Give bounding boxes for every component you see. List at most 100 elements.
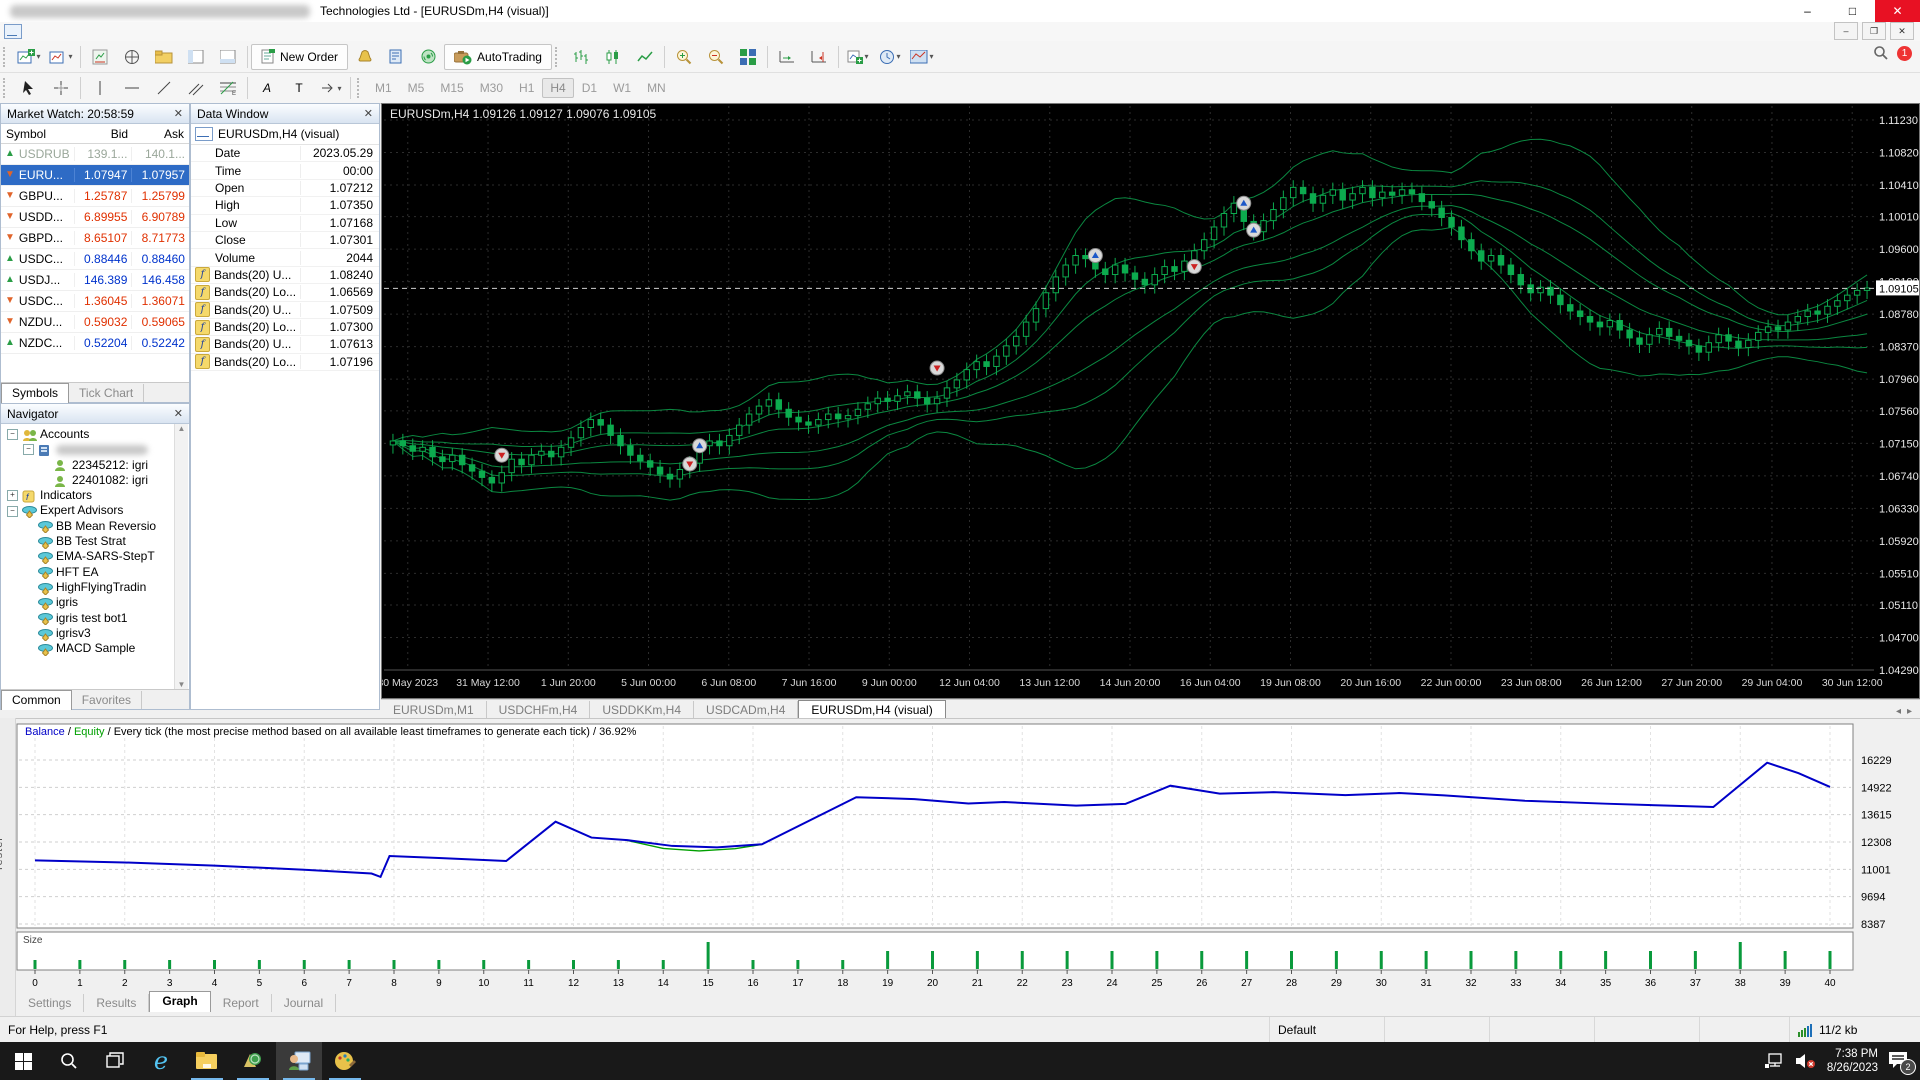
trade-marker-buy[interactable]	[693, 439, 707, 453]
notification-badge[interactable]: 1	[1897, 46, 1912, 61]
search-icon[interactable]	[1873, 45, 1889, 61]
scripts-icon[interactable]	[380, 44, 412, 70]
navigator-toggle[interactable]	[180, 44, 212, 70]
market-watch-toggle[interactable]	[84, 44, 116, 70]
terminal-toggle[interactable]	[212, 44, 244, 70]
cursor-button[interactable]	[13, 75, 45, 101]
start-button[interactable]	[0, 1042, 46, 1080]
autotrading-button[interactable]: AutoTrading	[444, 44, 552, 70]
auto-scroll-button[interactable]	[771, 44, 803, 70]
market-watch-row[interactable]: ▼USDC...1.360451.36071	[1, 291, 189, 312]
file-explorer-icon[interactable]	[184, 1042, 230, 1080]
open-folder-button[interactable]	[148, 44, 180, 70]
chart-tab-usddkkm-h4[interactable]: USDDKKm,H4	[590, 701, 694, 719]
navigator-item-expert[interactable]: igris	[7, 595, 189, 610]
chart-tab-eurusdm-h4-visual-[interactable]: EURUSDm,H4 (visual)	[798, 700, 945, 720]
market-watch-tab-symbols[interactable]: Symbols	[1, 383, 69, 403]
timeframe-d1[interactable]: D1	[574, 78, 605, 98]
candlestick-button[interactable]	[597, 44, 629, 70]
timeframe-h4[interactable]: H4	[542, 78, 573, 98]
close-button[interactable]: ✕	[1875, 0, 1920, 22]
scroll-up-icon[interactable]: ▲	[175, 424, 188, 433]
trade-marker-buy[interactable]	[1247, 223, 1261, 237]
tester-tab-journal[interactable]: Journal	[272, 994, 336, 1012]
timeframe-h1[interactable]: H1	[511, 78, 542, 98]
market-watch-row[interactable]: ▼USDD...6.899556.90789	[1, 207, 189, 228]
bar-chart-button[interactable]	[565, 44, 597, 70]
market-watch-row[interactable]: ▲USDC...0.884460.88460	[1, 249, 189, 270]
child-restore-button[interactable]: ❐	[1862, 22, 1886, 40]
timeframe-w1[interactable]: W1	[605, 78, 639, 98]
trade-marker-buy[interactable]	[1237, 196, 1251, 210]
navigator-item-expert[interactable]: BB Mean Reversio	[7, 519, 189, 534]
navigator-scrollbar[interactable]: ▲ ▼	[174, 424, 188, 689]
tester-graph[interactable]: 1622914922136151230811001969483870123456…	[15, 722, 1920, 990]
status-profile[interactable]: Default	[1270, 1017, 1385, 1043]
templates-button[interactable]: ▾	[906, 44, 938, 70]
market-watch-close-icon[interactable]: ✕	[174, 107, 183, 120]
chart-shift-button[interactable]	[803, 44, 835, 70]
tree-expand-icon[interactable]: −	[7, 506, 18, 517]
trade-marker-sell[interactable]	[1187, 260, 1201, 274]
market-watch-row[interactable]: ▲USDJ...146.389146.458	[1, 270, 189, 291]
trendline-button[interactable]	[148, 75, 180, 101]
chart-tab-eurusdm-m1[interactable]: EURUSDm,M1	[381, 701, 487, 719]
tree-expand-icon[interactable]: +	[7, 490, 18, 501]
new-order-button[interactable]: New Order	[251, 44, 348, 70]
fibonacci-button[interactable]: E	[212, 75, 244, 101]
metaeditor-icon[interactable]	[322, 1042, 368, 1080]
market-watch-row[interactable]: ▼GBPD...8.651078.71773	[1, 228, 189, 249]
channel-button[interactable]	[180, 75, 212, 101]
navigator-close-icon[interactable]: ✕	[174, 407, 183, 420]
navigator-item-accounts[interactable]: −Accounts	[7, 427, 189, 442]
market-watch-row[interactable]: ▼GBPU...1.257871.25799	[1, 186, 189, 207]
market-watch-row[interactable]: ▼NZDU...0.590320.59065	[1, 312, 189, 333]
tree-expand-icon[interactable]: −	[7, 429, 18, 440]
trade-marker-sell[interactable]	[930, 361, 944, 375]
periods-button[interactable]: ▾	[874, 44, 906, 70]
navigator-item-account[interactable]: 22401082: igri	[7, 473, 189, 488]
action-center-button[interactable]: 2	[1888, 1051, 1910, 1072]
timeframe-m5[interactable]: M5	[400, 78, 433, 98]
trade-marker-sell[interactable]	[683, 457, 697, 471]
navigator-item-expert[interactable]: HighFlyingTradin	[7, 580, 189, 595]
zoom-in-button[interactable]	[668, 44, 700, 70]
timeframe-mn[interactable]: MN	[639, 78, 674, 98]
navigator-tab-common[interactable]: Common	[1, 690, 72, 710]
market-watch-tab-tick-chart[interactable]: Tick Chart	[69, 384, 144, 402]
chart-tab-usdcadm-h4[interactable]: USDCADm,H4	[694, 701, 798, 719]
navigator-item-expert[interactable]: BB Test Strat	[7, 534, 189, 549]
navigator-item-expert[interactable]: HFT EA	[7, 565, 189, 580]
volume-muted-icon[interactable]	[1795, 1053, 1817, 1069]
tester-tab-settings[interactable]: Settings	[16, 994, 84, 1012]
internet-explorer-icon[interactable]: e	[138, 1042, 184, 1080]
metatrader-terminal-icon[interactable]	[276, 1042, 322, 1080]
navigator-tab-favorites[interactable]: Favorites	[72, 691, 142, 709]
tile-windows-button[interactable]	[732, 44, 764, 70]
profiles-button[interactable]: ▾	[45, 44, 77, 70]
trade-marker-sell[interactable]	[495, 448, 509, 462]
line-chart-button[interactable]	[629, 44, 661, 70]
market-watch-row[interactable]: ▼EURU...1.079471.07957	[1, 165, 189, 186]
tester-tab-graph[interactable]: Graph	[149, 991, 210, 1012]
task-view-button[interactable]	[92, 1042, 138, 1080]
timeframe-m1[interactable]: M1	[367, 78, 400, 98]
vertical-line-button[interactable]	[84, 75, 116, 101]
text-label-tool-button[interactable]: T	[283, 75, 315, 101]
tester-tab-results[interactable]: Results	[84, 994, 149, 1012]
indicators-button[interactable]: ▾	[842, 44, 874, 70]
trade-marker-buy[interactable]	[1088, 249, 1102, 263]
horizontal-line-button[interactable]	[116, 75, 148, 101]
network-icon[interactable]	[1765, 1053, 1785, 1069]
chart-window-icon[interactable]	[4, 24, 22, 39]
child-minimize-button[interactable]: –	[1834, 22, 1858, 40]
market-watch-row[interactable]: ▲USDRUB139.1...140.1...	[1, 144, 189, 165]
text-tool-button[interactable]: A	[251, 75, 283, 101]
navigator-item-expert[interactable]: MACD Sample	[7, 641, 189, 656]
navigator-item-expert[interactable]: EMA-SARS-StepT	[7, 549, 189, 564]
expert-advisors-icon[interactable]	[348, 44, 380, 70]
navigator-item-account[interactable]: 22345212: igri	[7, 458, 189, 473]
arrows-dropdown-button[interactable]: ▾	[315, 75, 347, 101]
metatrader-docs-icon[interactable]	[230, 1042, 276, 1080]
child-close-button[interactable]: ✕	[1890, 22, 1914, 40]
